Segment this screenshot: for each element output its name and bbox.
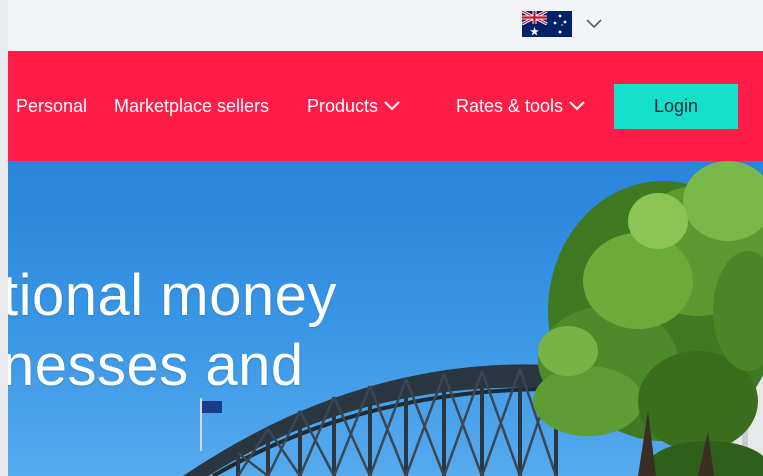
hero-headline: tional money nesses and <box>8 261 337 401</box>
hero-headline-line-2: nesses and <box>8 333 304 398</box>
nav-personal-label: Personal <box>16 95 88 116</box>
nav-marketplace-label: Marketplace sellers <box>114 95 270 116</box>
nav-products-label: Products <box>307 95 379 116</box>
chevron-down-icon <box>569 101 585 111</box>
nav-rates-label: Rates & tools <box>456 95 564 116</box>
chevron-down-icon <box>586 19 602 29</box>
australia-flag-icon <box>522 11 572 37</box>
nav-marketplace-sellers[interactable]: Marketplace sellers <box>114 51 269 161</box>
hero-banner: tional money nesses and <box>8 161 763 476</box>
page-gutter <box>0 0 8 476</box>
nav-rates-tools[interactable]: Rates & tools <box>456 51 585 161</box>
hero-headline-line-1: tional money <box>8 263 337 328</box>
main-navigation: Personal Marketplace sellers Products Ra… <box>8 51 763 161</box>
login-button[interactable]: Login <box>614 84 738 129</box>
chevron-down-icon <box>384 101 400 111</box>
country-selector[interactable] <box>522 10 602 38</box>
nav-products[interactable]: Products <box>307 51 400 161</box>
top-utility-bar <box>8 0 763 51</box>
nav-personal[interactable]: Personal <box>16 51 87 161</box>
